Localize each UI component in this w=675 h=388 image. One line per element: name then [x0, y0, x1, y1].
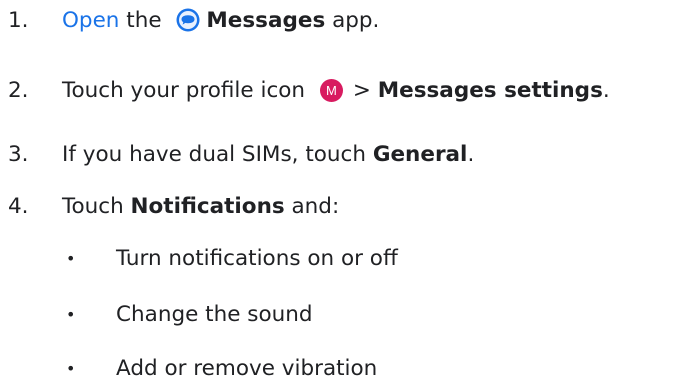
step-text-segment: Touch: [62, 193, 131, 219]
step-text: If you have dual SIMs, touch General .: [62, 142, 474, 167]
bullet-icon: •: [66, 304, 76, 324]
messages-settings-label: Messages settings: [377, 77, 603, 103]
step-text: Touch Notifications and:: [62, 194, 339, 219]
step-number: 4.: [8, 193, 29, 219]
step-number: 1.: [8, 7, 29, 33]
step-text-segment: the: [119, 7, 169, 33]
open-link[interactable]: Open: [62, 8, 119, 33]
step-text-segment: .: [467, 141, 475, 167]
step-text-segment: If you have dual SIMs, touch: [62, 141, 373, 167]
notifications-label: Notifications: [130, 193, 285, 219]
general-label: General: [372, 141, 468, 167]
sub-list-item-text: Turn notifications on or off: [116, 245, 398, 271]
messages-app-name: Messages: [206, 7, 326, 33]
profile-avatar-icon: M: [319, 78, 343, 102]
step-text: Open the Messages app.: [62, 8, 379, 33]
sub-list-item-text: Change the sound: [116, 301, 313, 327]
step-text-segment: and:: [284, 193, 340, 219]
step-text-segment: .: [602, 77, 610, 103]
bullet-icon: •: [66, 358, 76, 378]
step-text-segment: Touch your profile icon: [62, 77, 312, 103]
step-number: 2.: [8, 77, 29, 103]
menu-separator: >: [352, 77, 378, 103]
step-number: 3.: [8, 141, 29, 167]
step-text-segment: app.: [325, 7, 380, 33]
sub-list-item-text: Add or remove vibration: [116, 355, 378, 381]
bullet-icon: •: [66, 248, 76, 268]
messages-app-icon: [176, 8, 200, 32]
step-text: Touch your profile icon M > Messages set…: [62, 78, 610, 103]
